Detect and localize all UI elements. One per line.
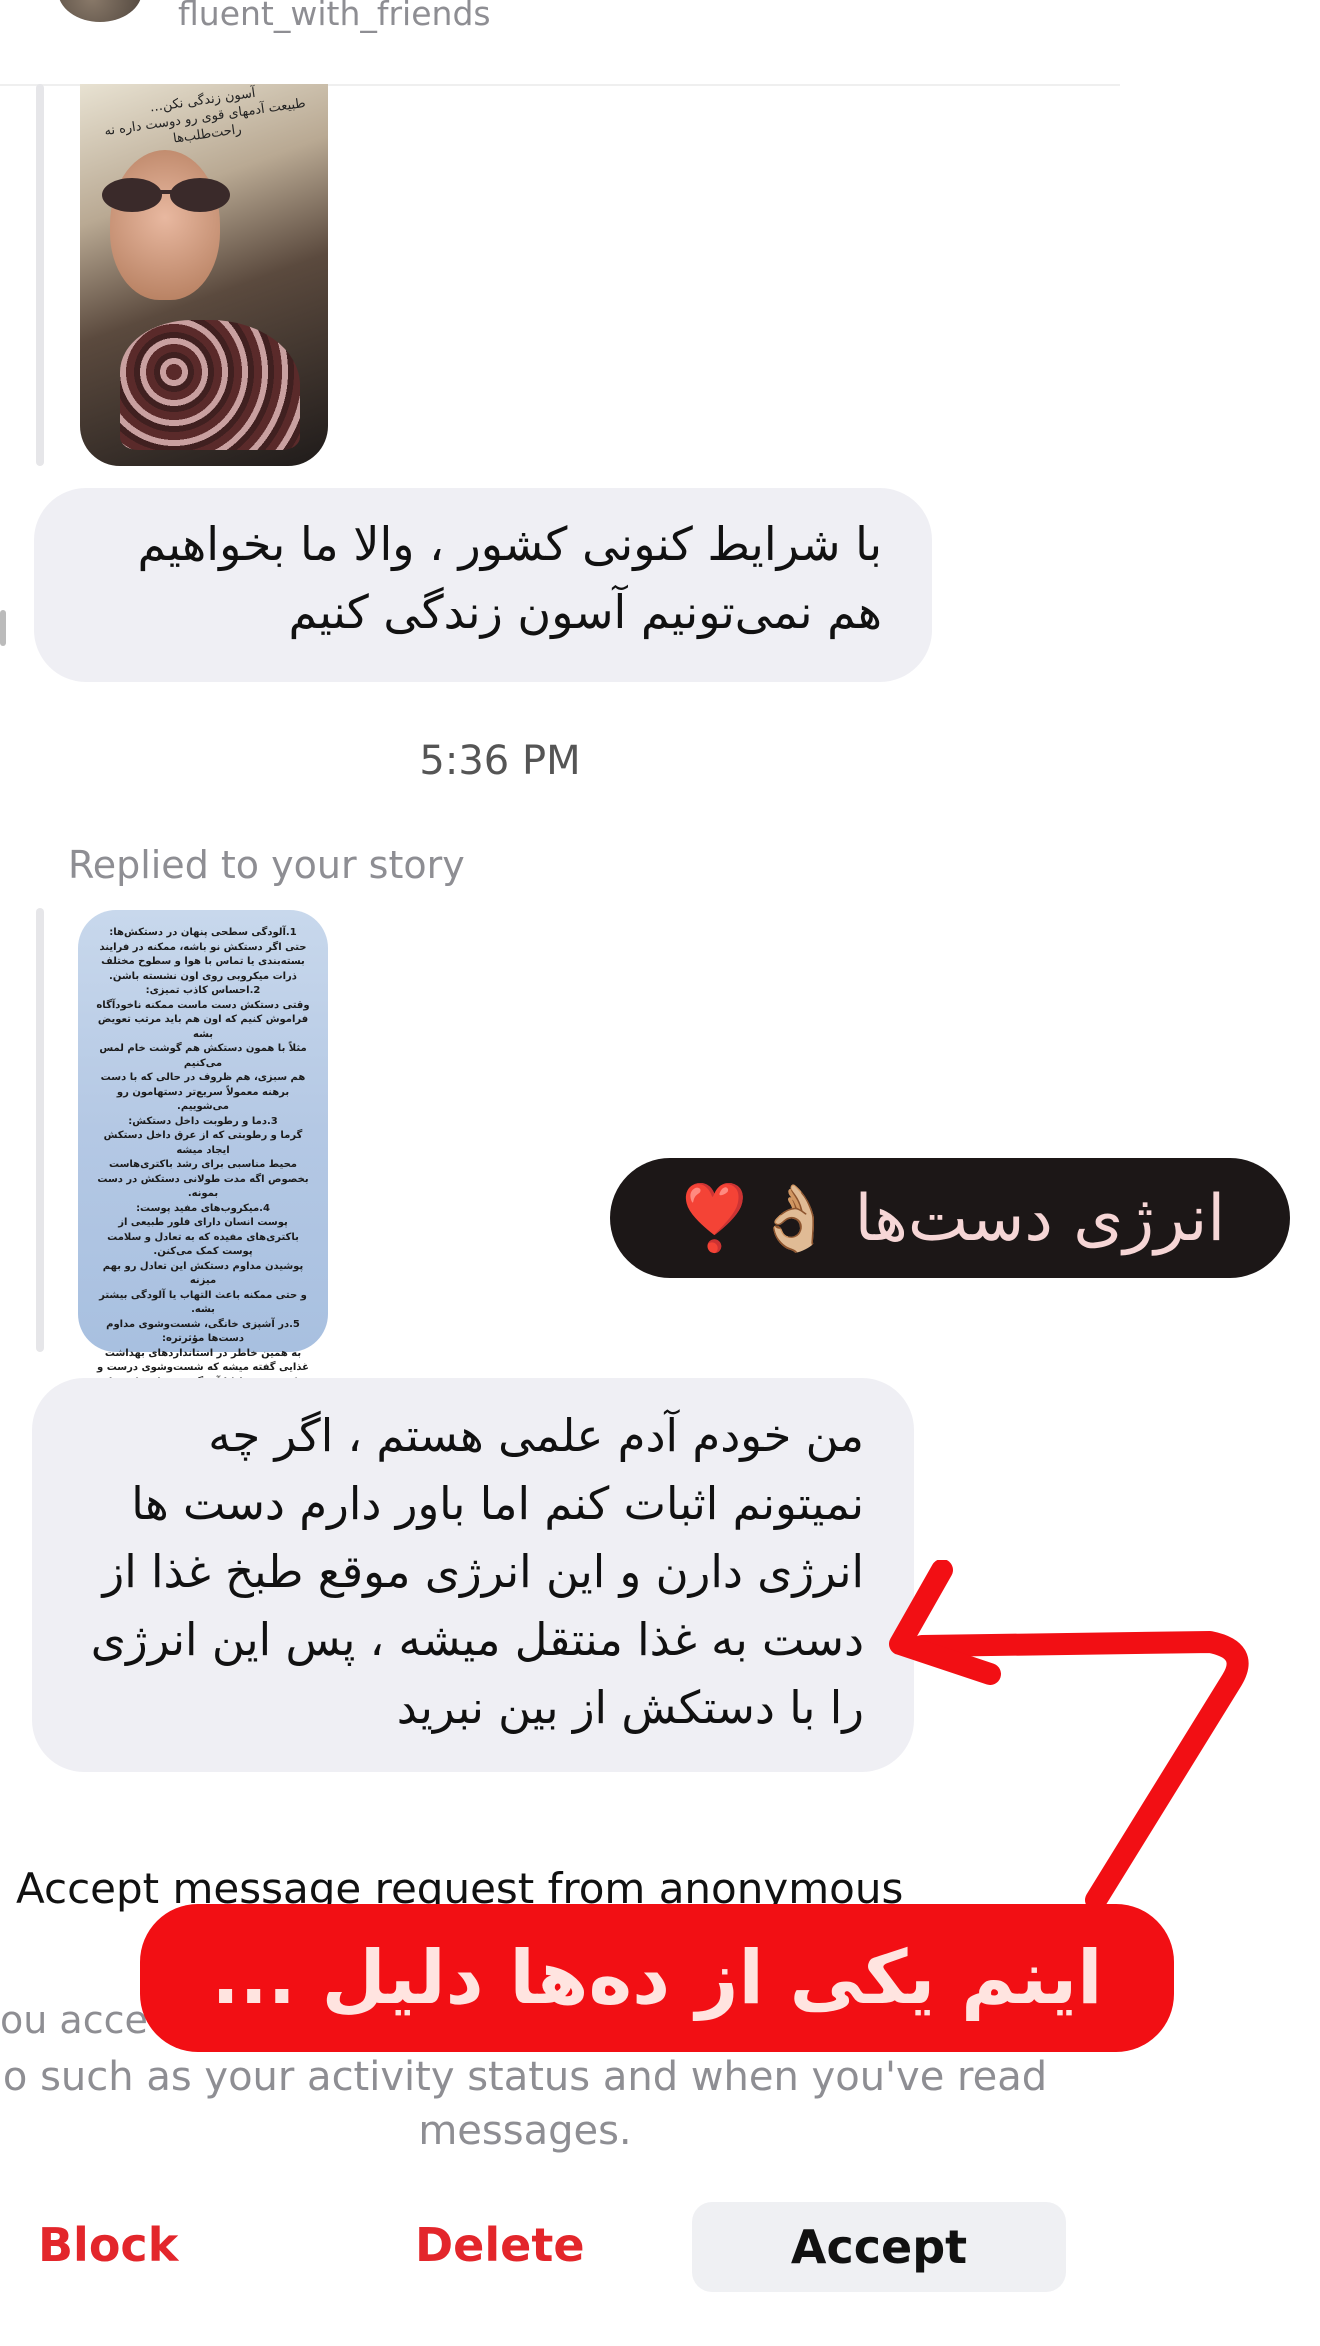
avatar[interactable]	[58, 0, 142, 22]
timestamp: 5:36 PM	[419, 738, 581, 784]
request-info-line: messages.	[418, 2108, 632, 2154]
accept-button[interactable]: Accept	[692, 2202, 1066, 2292]
request-info: o such as your activity status and when …	[0, 2050, 1050, 2158]
reply-thread-line	[36, 908, 44, 1352]
username[interactable]: fluent_with_friends	[178, 0, 491, 33]
block-button[interactable]: Block	[38, 2218, 178, 2272]
story-face	[110, 150, 220, 300]
scroll-edge-marker	[0, 610, 6, 646]
red-banner-caption: اینم یکی از ده‌ها دلیل ...	[140, 1904, 1174, 2052]
replied-to-story-label: Replied to your story	[68, 843, 465, 887]
story-text-content: 1.آلودگی سطحی پنهان در دستکش‌ها: حتی اگر…	[96, 927, 310, 1417]
message-bubble[interactable]: من خودم آدم علمی هستم ، اگر چه نمیتونم ا…	[32, 1378, 914, 1772]
energy-caption-pill: انرژی دست‌ها 👌🏼❣️	[610, 1158, 1290, 1278]
sunglasses-shape	[102, 178, 230, 212]
story-scarf	[120, 320, 300, 450]
message-bubble[interactable]: با شرایط کنونی کشور ، والا ما بخواهیم هم…	[34, 488, 932, 682]
reply-thread-line	[36, 84, 44, 466]
request-info-partial: ou acce	[0, 1998, 148, 2042]
red-arrow-annotation	[889, 1560, 1249, 1911]
request-info-line: o such as your activity status and when …	[2, 2054, 1048, 2100]
delete-button[interactable]: Delete	[415, 2218, 585, 2272]
